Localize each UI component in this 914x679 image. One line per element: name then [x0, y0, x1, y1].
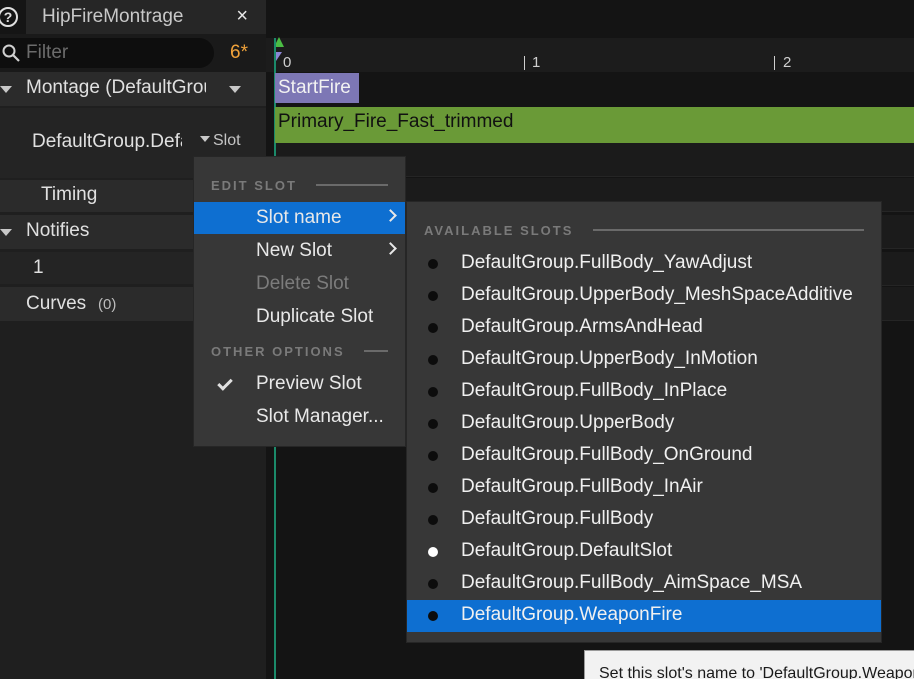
slot-option[interactable]: DefaultGroup.FullBody_AimSpace_MSA: [407, 568, 881, 600]
chevron-down-icon[interactable]: [0, 86, 12, 93]
help-icon[interactable]: ?: [0, 7, 18, 27]
bullet-icon: [428, 611, 438, 621]
slot-option-label: DefaultGroup.WeaponFire: [461, 604, 683, 625]
slot-option[interactable]: DefaultGroup.FullBody_YawAdjust: [407, 248, 881, 280]
menu-item-label: Duplicate Slot: [256, 306, 374, 327]
tab-bar: ? HipFireMontrage ×: [0, 0, 266, 34]
slot-option-label: DefaultGroup.DefaultSlot: [461, 540, 673, 561]
menu-item-label: New Slot: [256, 240, 333, 261]
submenu-heading: AVAILABLE SLOTS: [424, 223, 574, 238]
chevron-right-icon: [384, 209, 397, 222]
menu-divider: [364, 350, 388, 352]
tick-label: 2: [783, 54, 792, 71]
menu-heading-other-options: OTHER OPTIONS: [211, 344, 345, 359]
bullet-icon: [428, 323, 438, 333]
animation-segment[interactable]: Primary_Fire_Fast_trimmed: [275, 107, 914, 143]
menu-divider: [316, 184, 388, 186]
slot-option[interactable]: DefaultGroup.FullBody_InAir: [407, 472, 881, 504]
chevron-right-icon: [384, 242, 397, 255]
bullet-icon: [428, 515, 438, 525]
bullet-icon: [428, 451, 438, 461]
tick-label: 0: [283, 54, 292, 71]
slot-option[interactable]: DefaultGroup.ArmsAndHead: [407, 312, 881, 344]
bullet-icon: [428, 387, 438, 397]
menu-divider: [593, 229, 864, 231]
menu-item-label: Slot Manager...: [256, 406, 384, 427]
menu-item-label: Delete Slot: [256, 273, 349, 294]
slot-option-label: DefaultGroup.FullBody_OnGround: [461, 444, 753, 465]
timing-label: Timing: [41, 184, 98, 205]
slot-dropdown-label: Slot: [213, 132, 241, 149]
menu-item-preview-slot[interactable]: Preview Slot: [194, 368, 405, 400]
chevron-down-icon[interactable]: [229, 86, 241, 93]
slot-option-label: DefaultGroup.UpperBody: [461, 412, 675, 433]
search-icon: [2, 44, 20, 62]
menu-item-label: Preview Slot: [256, 373, 362, 394]
menu-item-slot-manager[interactable]: Slot Manager...: [194, 401, 405, 433]
time-ruler[interactable]: 0 1 2: [266, 37, 914, 72]
tooltip: Set this slot's name to 'DefaultGroup.We…: [584, 650, 914, 679]
slot-option[interactable]: DefaultGroup.FullBody_InPlace: [407, 376, 881, 408]
slot-option-label: DefaultGroup.UpperBody_MeshSpaceAdditive: [461, 284, 853, 305]
slot-option-label: DefaultGroup.FullBody: [461, 508, 654, 529]
bullet-icon: [428, 547, 438, 557]
slot-option[interactable]: DefaultGroup.UpperBody_InMotion: [407, 344, 881, 376]
slot-option-label: DefaultGroup.FullBody_InPlace: [461, 380, 728, 401]
tooltip-text: Set this slot's name to 'DefaultGroup.We…: [599, 665, 914, 679]
slot-option[interactable]: DefaultGroup.UpperBody_MeshSpaceAdditive: [407, 280, 881, 312]
bullet-icon: [428, 259, 438, 269]
available-slots-submenu: AVAILABLE SLOTS DefaultGroup.FullBody_Ya…: [406, 201, 882, 643]
montage-section-header[interactable]: Montage (DefaultGroup): [0, 72, 266, 106]
bullet-icon: [428, 355, 438, 365]
menu-item-new-slot[interactable]: New Slot: [194, 235, 405, 267]
filter-count: 6*: [230, 42, 248, 63]
slot-option-label: DefaultGroup.ArmsAndHead: [461, 316, 703, 337]
slot-option[interactable]: DefaultGroup.WeaponFire: [407, 600, 881, 632]
menu-item-slot-name[interactable]: Slot name: [194, 202, 405, 234]
slot-option-label: DefaultGroup.UpperBody_InMotion: [461, 348, 758, 369]
slot-name-label: DefaultGroup.DefaultSlot: [32, 131, 182, 152]
slot-option-label: DefaultGroup.FullBody_YawAdjust: [461, 252, 753, 273]
notifies-label: Notifies: [26, 220, 90, 241]
chevron-down-icon: [200, 136, 210, 142]
bullet-icon: [428, 291, 438, 301]
filter-box[interactable]: [0, 38, 214, 68]
menu-heading-edit-slot: EDIT SLOT: [211, 178, 297, 193]
montage-label: Montage (DefaultGroup): [26, 77, 206, 98]
menu-item-delete-slot: Delete Slot: [194, 268, 405, 300]
tab-title: HipFireMontrage: [42, 6, 184, 27]
chevron-down-icon[interactable]: [0, 229, 12, 236]
menu-item-duplicate-slot[interactable]: Duplicate Slot: [194, 301, 405, 333]
close-icon[interactable]: ×: [236, 5, 248, 28]
slot-option[interactable]: DefaultGroup.UpperBody: [407, 408, 881, 440]
tick-label: 1: [532, 54, 541, 71]
filter-input[interactable]: [26, 42, 196, 64]
tab-montage-asset[interactable]: HipFireMontrage ×: [26, 0, 266, 34]
slot-option-label: DefaultGroup.FullBody_AimSpace_MSA: [461, 572, 803, 593]
montage-section-startfire[interactable]: StartFire: [275, 73, 359, 103]
slot-option[interactable]: DefaultGroup.DefaultSlot: [407, 536, 881, 568]
slot-dropdown-button[interactable]: Slot: [200, 132, 241, 150]
tick-mark: [524, 56, 525, 70]
bullet-icon: [428, 579, 438, 589]
menu-item-label: Slot name: [256, 207, 342, 228]
slot-option-label: DefaultGroup.FullBody_InAir: [461, 476, 703, 497]
filter-row: 6*: [0, 34, 266, 72]
slot-option[interactable]: DefaultGroup.FullBody: [407, 504, 881, 536]
slot-context-menu: EDIT SLOT Slot name New Slot Delete Slot…: [193, 156, 406, 447]
bullet-icon: [428, 483, 438, 493]
check-icon: [217, 375, 233, 391]
bullet-icon: [428, 419, 438, 429]
notify-track-label: 1: [33, 257, 44, 278]
tick-mark: [774, 56, 775, 70]
curves-count: (0): [98, 296, 117, 313]
slot-option[interactable]: DefaultGroup.FullBody_OnGround: [407, 440, 881, 472]
curves-label: Curves: [26, 293, 87, 314]
